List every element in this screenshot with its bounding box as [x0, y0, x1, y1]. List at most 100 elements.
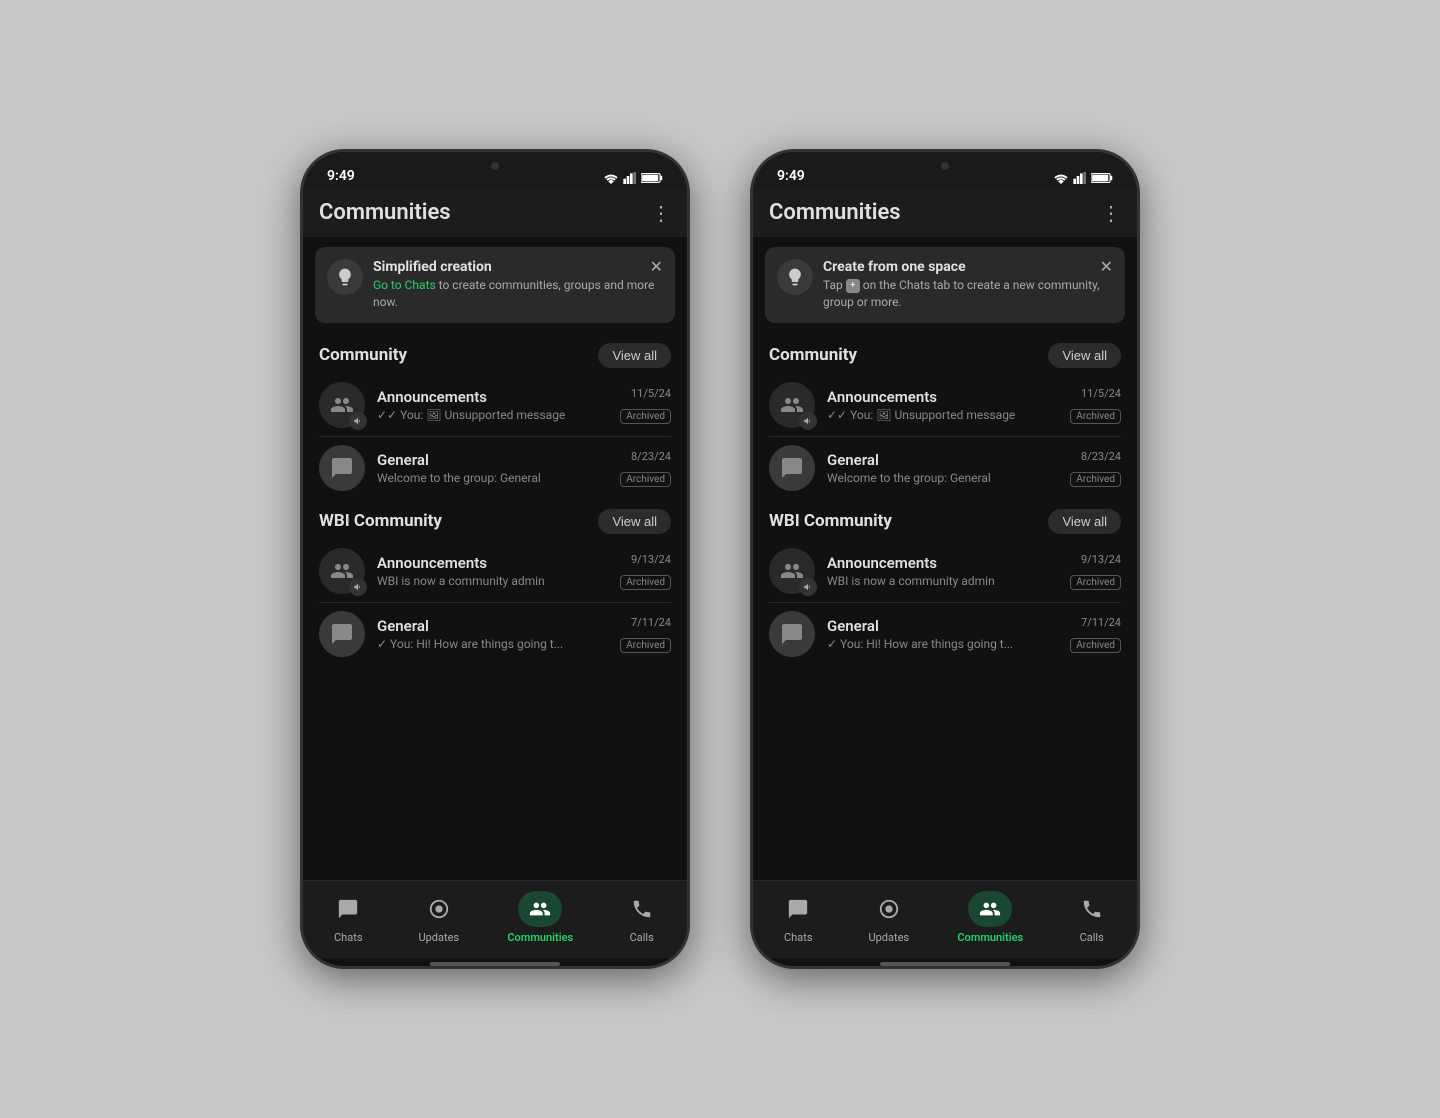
chat-meta-1-1: 7/11/24 Archived	[620, 616, 671, 652]
chat-meta-0-0: 11/5/24 Archived	[620, 387, 671, 423]
section-header-0: Community View all	[303, 333, 687, 374]
chat-avatar-1-1	[769, 611, 815, 657]
status-time: 9:49	[777, 168, 805, 184]
group-avatar-icon	[330, 622, 354, 646]
nav-item-communities[interactable]: Communities	[957, 891, 1023, 944]
chat-name-1-0: Announcements	[377, 554, 608, 572]
view-all-button-1[interactable]: View all	[598, 509, 671, 534]
calls-icon	[1070, 891, 1114, 927]
chat-time-1-0: 9/13/24	[1070, 553, 1121, 566]
banner-title: Simplified creation	[373, 259, 663, 275]
scroll-area: Community View all	[753, 333, 1137, 880]
chat-name-1-0: Announcements	[827, 554, 1058, 572]
section-title-0: Community	[319, 345, 407, 365]
view-all-button-0[interactable]: View all	[1048, 343, 1121, 368]
archived-badge-0-1: Archived	[620, 472, 671, 487]
nav-item-chats[interactable]: Chats	[326, 891, 370, 944]
banner-body: Tap + on the Chats tab to create a new c…	[823, 277, 1113, 311]
archived-badge-1-1: Archived	[620, 638, 671, 653]
community-avatar-icon	[780, 559, 804, 583]
communities-icon	[968, 891, 1012, 927]
status-icons	[603, 172, 663, 184]
chat-meta-1-0: 9/13/24 Archived	[620, 553, 671, 589]
chat-preview-0-0: ✓✓ You: 🖼 Unsupported message	[377, 408, 608, 422]
status-time: 9:49	[327, 168, 355, 184]
calls-icon	[620, 891, 664, 927]
chat-preview-1-0: WBI is now a community admin	[827, 574, 1058, 588]
chat-item-1-1[interactable]: General ✓ You: Hi! How are things going …	[303, 603, 687, 665]
group-avatar-icon	[330, 456, 354, 480]
updates-icon	[867, 891, 911, 927]
nav-label-communities: Communities	[507, 931, 573, 944]
chat-time-0-1: 8/23/24	[1070, 450, 1121, 463]
chat-name-0-1: General	[827, 451, 1058, 469]
community-section-1: WBI Community View all	[303, 499, 687, 665]
chat-item-0-0[interactable]: Announcements ✓✓ You: 🖼 Unsupported mess…	[303, 374, 687, 436]
chat-meta-0-1: 8/23/24 Archived	[1070, 450, 1121, 486]
chat-time-0-1: 8/23/24	[620, 450, 671, 463]
chat-info-0-1: General Welcome to the group: General	[377, 451, 608, 485]
home-indicator	[880, 962, 1010, 966]
app-title: Communities	[769, 200, 901, 225]
chat-info-0-0: Announcements ✓✓ You: 🖼 Unsupported mess…	[377, 388, 608, 422]
chat-info-0-1: General Welcome to the group: General	[827, 451, 1058, 485]
nav-label-updates: Updates	[869, 931, 910, 944]
phone-content: Communities ⋮ Simplified creation Go to …	[303, 188, 687, 966]
nav-item-calls[interactable]: Calls	[1070, 891, 1114, 944]
nav-item-calls[interactable]: Calls	[620, 891, 664, 944]
chat-avatar-0-0	[319, 382, 365, 428]
nav-item-chats[interactable]: Chats	[776, 891, 820, 944]
nav-label-calls: Calls	[1080, 931, 1104, 944]
chat-avatar-1-0	[769, 548, 815, 594]
banner-text: Simplified creation Go to Chats to creat…	[373, 259, 663, 311]
chat-time-0-0: 11/5/24	[1070, 387, 1121, 400]
chat-item-0-1[interactable]: General Welcome to the group: General 8/…	[303, 437, 687, 499]
chat-item-1-0[interactable]: Announcements WBI is now a community adm…	[753, 540, 1137, 602]
chat-item-1-1[interactable]: General ✓ You: Hi! How are things going …	[753, 603, 1137, 665]
chat-info-1-0: Announcements WBI is now a community adm…	[827, 554, 1058, 588]
archived-badge-1-1: Archived	[1070, 638, 1121, 653]
camera-dot	[491, 162, 499, 170]
updates-icon	[417, 891, 461, 927]
view-all-button-1[interactable]: View all	[1048, 509, 1121, 534]
chat-meta-1-0: 9/13/24 Archived	[1070, 553, 1121, 589]
chat-preview-1-1: ✓ You: Hi! How are things going t...	[827, 637, 1058, 651]
chat-item-1-0[interactable]: Announcements WBI is now a community adm…	[303, 540, 687, 602]
nav-item-communities[interactable]: Communities	[507, 891, 573, 944]
nav-item-updates[interactable]: Updates	[417, 891, 461, 944]
speaker-badge	[349, 578, 367, 596]
signal-icon	[623, 172, 637, 184]
chat-avatar-0-1	[319, 445, 365, 491]
chat-item-0-0[interactable]: Announcements ✓✓ You: 🖼 Unsupported mess…	[753, 374, 1137, 436]
banner-title: Create from one space	[823, 259, 1113, 275]
banner-icon	[327, 259, 363, 295]
chat-info-0-0: Announcements ✓✓ You: 🖼 Unsupported mess…	[827, 388, 1058, 422]
battery-icon	[641, 172, 663, 184]
camera-notch	[885, 152, 1005, 180]
chat-name-1-1: General	[377, 617, 608, 635]
community-avatar-icon	[330, 559, 354, 583]
menu-dots-button[interactable]: ⋮	[1101, 201, 1121, 225]
lightbulb-icon	[335, 267, 355, 287]
app-header: Communities ⋮	[303, 188, 687, 237]
banner-close-button[interactable]: ✕	[1100, 257, 1113, 276]
wifi-icon	[1053, 172, 1069, 184]
archived-badge-1-0: Archived	[1070, 575, 1121, 590]
nav-item-updates[interactable]: Updates	[867, 891, 911, 944]
banner-link[interactable]: Go to Chats	[373, 278, 436, 292]
chat-item-0-1[interactable]: General Welcome to the group: General 8/…	[753, 437, 1137, 499]
chat-time-1-1: 7/11/24	[620, 616, 671, 629]
section-title-1: WBI Community	[769, 511, 892, 531]
chat-info-1-1: General ✓ You: Hi! How are things going …	[827, 617, 1058, 651]
phone-top-frame: 9:49	[753, 152, 1137, 188]
chat-meta-0-0: 11/5/24 Archived	[1070, 387, 1121, 423]
banner-body: Go to Chats to create communities, group…	[373, 277, 663, 311]
archived-badge-0-1: Archived	[1070, 472, 1121, 487]
chat-time-0-0: 11/5/24	[620, 387, 671, 400]
camera-notch	[435, 152, 555, 180]
banner-close-button[interactable]: ✕	[650, 257, 663, 276]
chat-preview-0-0: ✓✓ You: 🖼 Unsupported message	[827, 408, 1058, 422]
view-all-button-0[interactable]: View all	[598, 343, 671, 368]
community-avatar-icon	[330, 393, 354, 417]
menu-dots-button[interactable]: ⋮	[651, 201, 671, 225]
